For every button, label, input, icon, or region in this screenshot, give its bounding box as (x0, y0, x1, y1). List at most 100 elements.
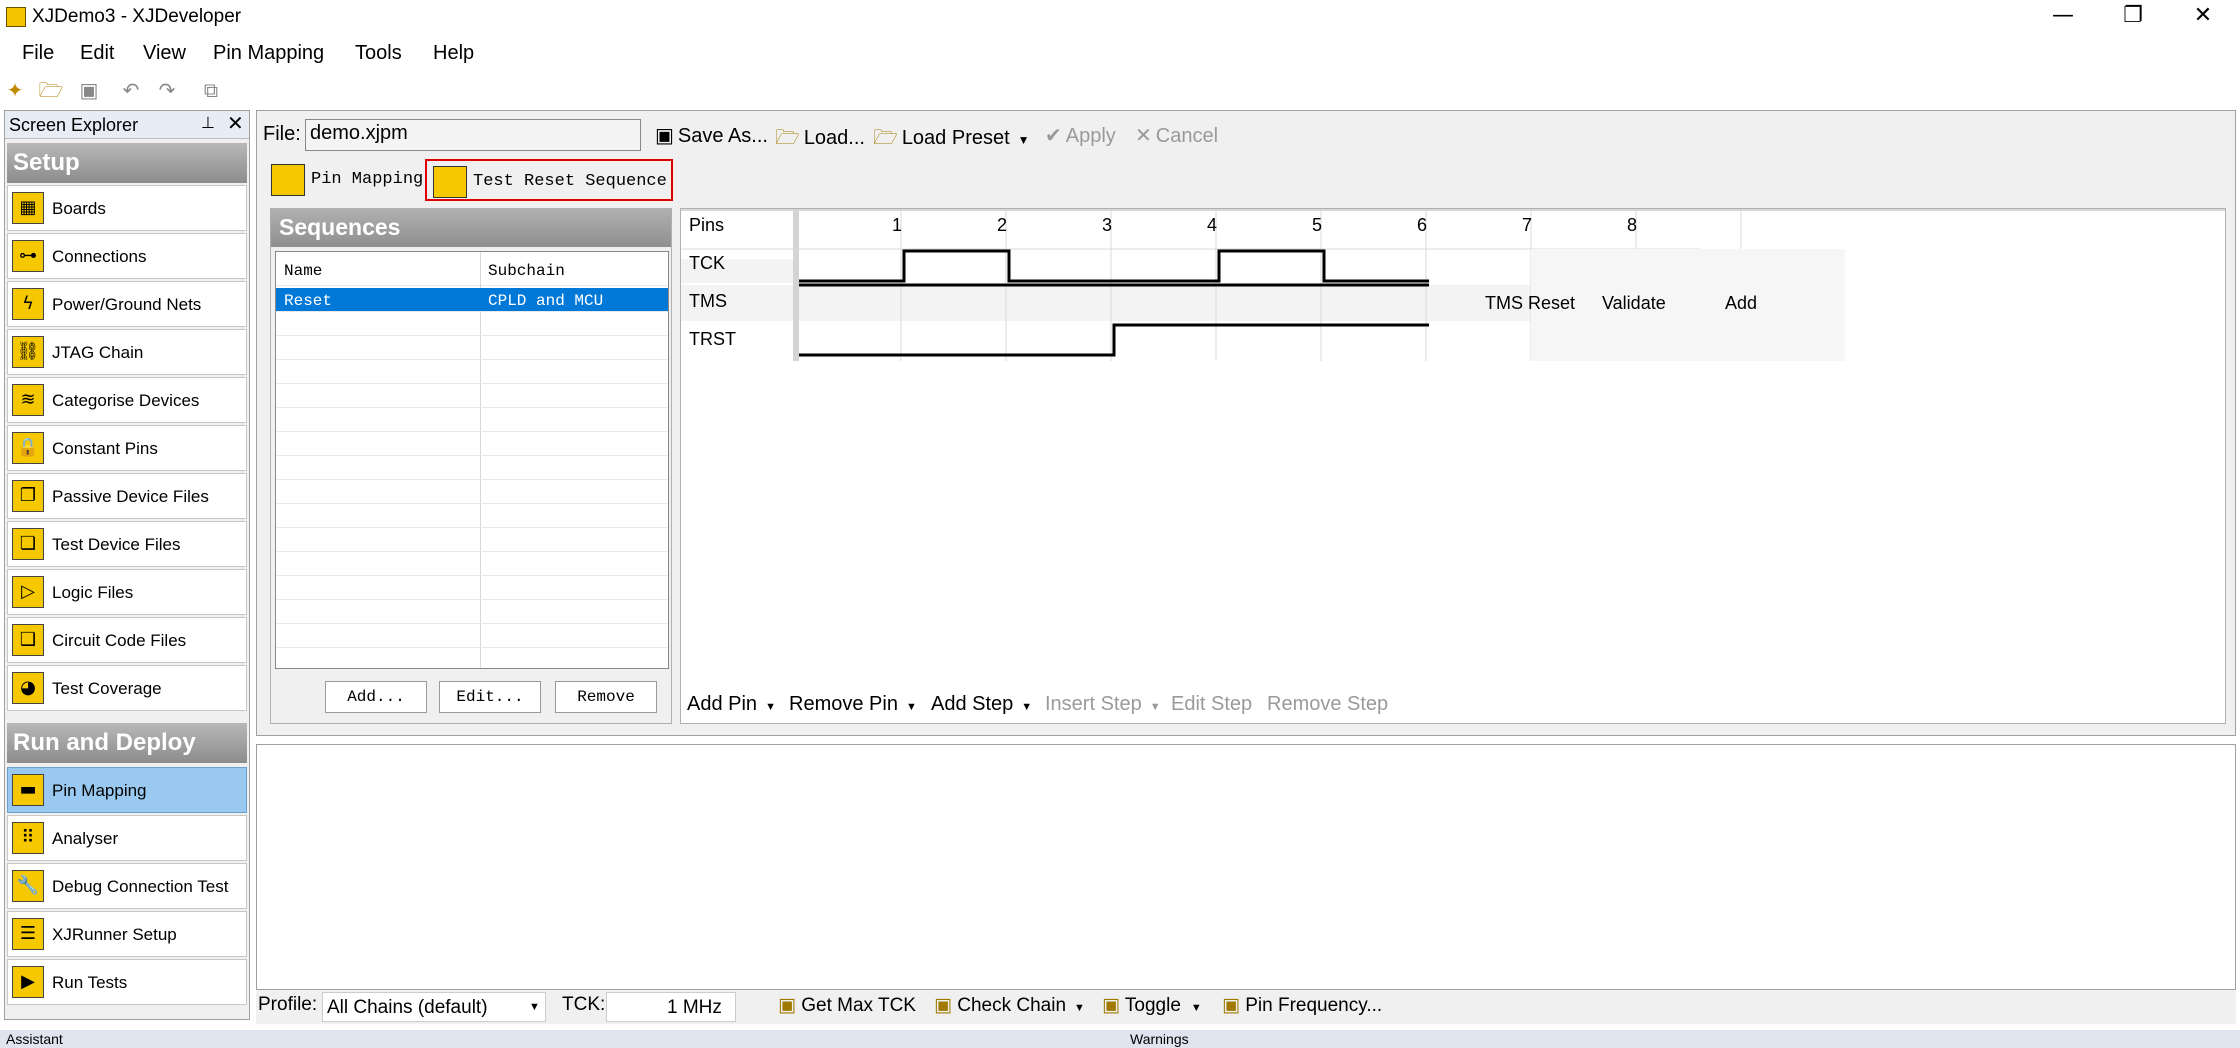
table-row (276, 360, 668, 384)
load-preset-button[interactable]: 🗁 Load Preset ▼ (873, 123, 1030, 157)
profile-select[interactable]: All Chains (default) ▼ (322, 992, 546, 1022)
table-row (276, 576, 668, 600)
new-project-icon[interactable]: ✦ (2, 78, 28, 102)
validate-button[interactable]: Validate (1602, 293, 1666, 314)
trst-waveform[interactable] (799, 323, 1429, 357)
nav-item-run-tests[interactable]: ▶ Run Tests (7, 959, 247, 1005)
menu-view[interactable]: View (143, 42, 186, 65)
save-as-button[interactable]: ▣ Save As... (655, 123, 768, 148)
dropdown-arrow-icon: ▼ (1149, 701, 1161, 713)
pin-icon[interactable]: ⊥ (201, 113, 215, 132)
assistant-panel-tab[interactable]: Assistant (6, 1031, 63, 1047)
menu-file[interactable]: File (22, 42, 54, 65)
nav-item-jtag-chain[interactable]: ⛓ JTAG Chain (7, 329, 247, 375)
tab-pin-mapping[interactable]: Pin Mapping (265, 159, 425, 201)
column-header-name[interactable]: Name (284, 262, 322, 280)
step-header-8: 8 (1627, 215, 1638, 235)
apply-button[interactable]: ✔ Apply (1045, 123, 1116, 148)
add-pin-label: Add Pin (687, 693, 758, 715)
edit-step-button[interactable]: Edit Step (1171, 693, 1252, 716)
check-chain-button[interactable]: ▣ Check Chain ▼ (934, 994, 1085, 1017)
sequence-subchain: CPLD and MCU (488, 292, 604, 310)
window-layout-icon[interactable]: ⧉ (198, 78, 224, 102)
table-row (276, 456, 668, 480)
nav-item-passive-device-files[interactable]: ❐ Passive Device Files (7, 473, 247, 519)
nav-item-test-device-files[interactable]: ❏ Test Device Files (7, 521, 247, 567)
add-step-button[interactable]: Add Step ▼ (931, 693, 1032, 716)
column-header-subchain[interactable]: Subchain (488, 262, 565, 280)
remove-pin-button[interactable]: Remove Pin ▼ (789, 693, 917, 716)
nav-label: Constant Pins (52, 439, 158, 458)
nav-item-pin-mapping[interactable]: ▬ Pin Mapping (7, 767, 247, 813)
redo-icon[interactable]: ↷ (154, 78, 180, 102)
pin-label-tck[interactable]: TCK (689, 253, 725, 274)
nav-item-circuit-code-files[interactable]: ❑ Circuit Code Files (7, 617, 247, 663)
cancel-button[interactable]: ✕ Cancel (1135, 123, 1218, 148)
jtag-icon: ⛓ (12, 336, 44, 368)
nav-item-categorise-devices[interactable]: ≋ Categorise Devices (7, 377, 247, 423)
nav-label: Logic Files (52, 583, 134, 602)
pin-label-trst[interactable]: TRST (689, 329, 736, 350)
nav-item-test-coverage[interactable]: ◕ Test Coverage (7, 665, 247, 711)
minimize-button[interactable]: — (2028, 0, 2098, 34)
close-icon[interactable]: ✕ (227, 111, 244, 135)
waveform-grid (681, 209, 2225, 361)
pin-frequency-button[interactable]: ▣ Pin Frequency... (1222, 994, 1382, 1017)
table-row (276, 480, 668, 504)
nav-item-xjrunner-setup[interactable]: ☰ XJRunner Setup (7, 911, 247, 957)
run-deploy-section-header[interactable]: Run and Deploy (7, 723, 247, 763)
restore-button[interactable]: ❐ (2098, 0, 2168, 34)
edit-sequence-button[interactable]: Edit... (439, 681, 541, 713)
add-sequence-button[interactable]: Add... (325, 681, 427, 713)
get-max-tck-button[interactable]: ▣ Get Max TCK (778, 994, 916, 1017)
menu-help[interactable]: Help (433, 42, 474, 65)
file-label: File: (263, 123, 301, 145)
nav-label: Power/Ground Nets (52, 295, 202, 314)
open-folder-icon[interactable]: 🗁 (38, 78, 64, 102)
nav-item-constant-pins[interactable]: 🔒 Constant Pins (7, 425, 247, 471)
setup-section-header[interactable]: Setup (7, 143, 247, 183)
table-row (276, 528, 668, 552)
nav-item-boards[interactable]: ▦ Boards (7, 185, 247, 231)
insert-step-button[interactable]: Insert Step ▼ (1045, 693, 1161, 716)
nav-item-debug-connection-test[interactable]: 🔧 Debug Connection Test (7, 863, 247, 909)
tab-label: Pin Mapping (311, 170, 424, 189)
table-row[interactable]: Reset CPLD and MCU (276, 288, 668, 312)
tab-test-reset-sequence[interactable]: Test Reset Sequence (425, 159, 673, 201)
waveform-icon (433, 166, 467, 198)
save-icon[interactable]: ▣ (76, 78, 102, 102)
nav-item-logic-files[interactable]: ▷ Logic Files (7, 569, 247, 615)
warnings-panel-tab[interactable]: Warnings (1130, 1031, 1189, 1047)
main-toolbar: ✦ 🗁 ▣ ↶ ↷ ⧉ (0, 72, 2240, 108)
toggle-button[interactable]: ▣ Toggle ▼ (1102, 994, 1202, 1017)
menu-edit[interactable]: Edit (80, 42, 114, 65)
table-row (276, 600, 668, 624)
sequence-name: Reset (284, 292, 333, 310)
remove-sequence-button[interactable]: Remove (555, 681, 657, 713)
nav-label: XJRunner Setup (52, 925, 177, 944)
tab-label: Test Reset Sequence (473, 172, 667, 191)
add-pin-button[interactable]: Add Pin ▼ (687, 693, 776, 716)
close-window-button[interactable]: ✕ (2168, 0, 2238, 34)
nav-label: Test Coverage (52, 679, 162, 698)
nav-item-analyser[interactable]: ⠿ Analyser (7, 815, 247, 861)
remove-step-button[interactable]: Remove Step (1267, 693, 1388, 716)
load-button[interactable]: 🗁 Load... (775, 123, 865, 157)
tck-frequency-field[interactable]: 1 MHz (606, 992, 736, 1022)
nav-item-power-ground-nets[interactable]: ϟ Power/Ground Nets (7, 281, 247, 327)
menu-pin-mapping[interactable]: Pin Mapping (213, 42, 324, 65)
sequences-panel: Sequences Name Subchain Reset CPLD and M… (270, 208, 672, 724)
add-action-button[interactable]: Add (1725, 293, 1757, 314)
nav-item-connections[interactable]: ⊶ Connections (7, 233, 247, 279)
tck-value: 1 MHz (667, 997, 722, 1018)
undo-icon[interactable]: ↶ (118, 78, 144, 102)
pin-frequency-label: Pin Frequency... (1245, 995, 1383, 1016)
chain-status-bar: Profile: All Chains (default) ▼ TCK: 1 M… (256, 990, 2236, 1024)
tms-reset-button[interactable]: TMS Reset (1485, 293, 1575, 314)
menu-tools[interactable]: Tools (355, 42, 402, 65)
tck-waveform[interactable] (799, 249, 1429, 283)
pin-label-tms[interactable]: TMS (689, 291, 727, 312)
dropdown-arrow-icon: ▼ (1021, 701, 1033, 713)
dropdown-arrow-icon: ▼ (1190, 1002, 1202, 1014)
file-name-field[interactable]: demo.xjpm (305, 119, 641, 151)
